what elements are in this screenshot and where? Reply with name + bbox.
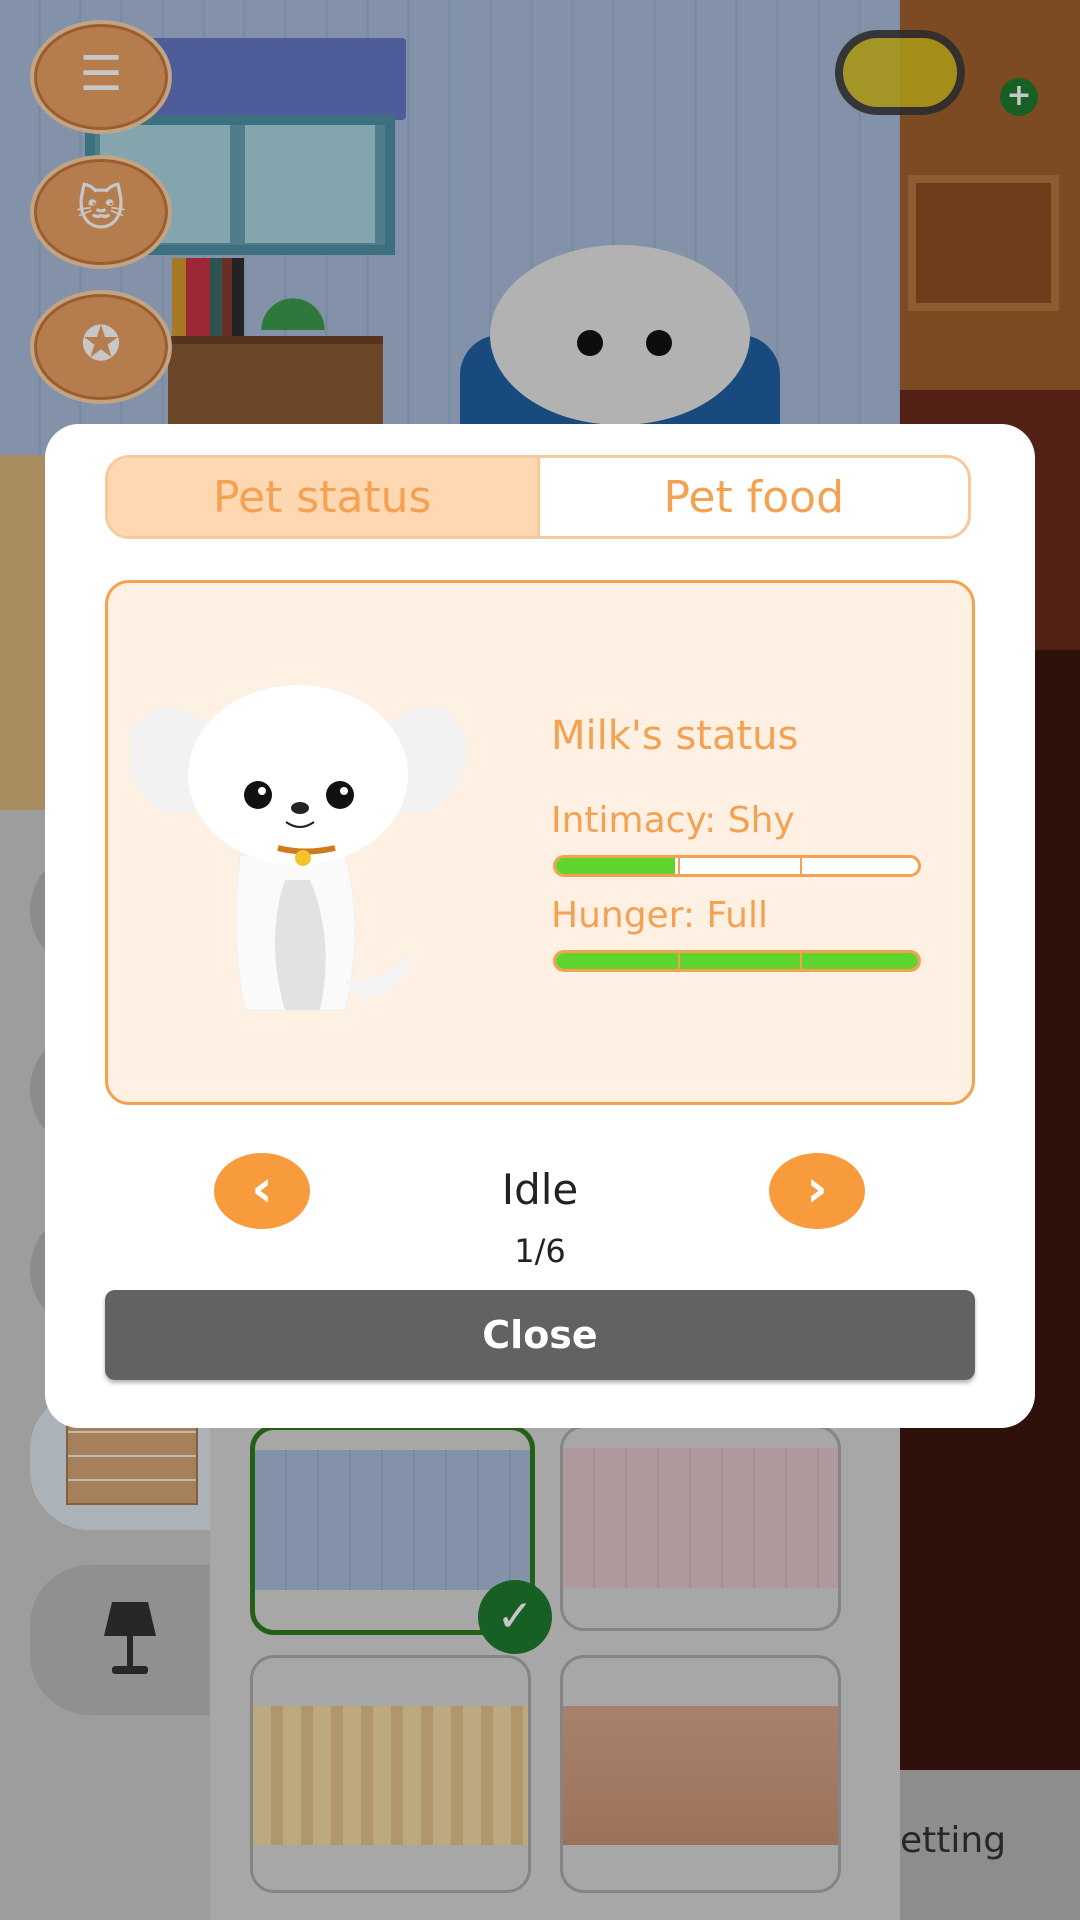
chevron-right-icon: ›	[806, 1159, 828, 1219]
bar-divider	[678, 858, 680, 874]
hunger-bar	[553, 950, 921, 972]
intimacy-bar-fill	[556, 858, 676, 874]
hunger-label: Hunger: Full	[551, 895, 769, 936]
intimacy-label: Intimacy: Shy	[551, 800, 795, 841]
close-button[interactable]: Close	[105, 1290, 975, 1380]
pet-dog-illustration	[130, 685, 467, 1011]
bar-divider	[800, 953, 802, 969]
hunger-bar-fill	[556, 953, 918, 969]
bar-divider	[800, 858, 802, 874]
tab-pet-food[interactable]: Pet food	[540, 458, 969, 536]
tab-pet-status[interactable]: Pet status	[108, 458, 540, 536]
tab-bar: Pet status Pet food	[105, 455, 971, 539]
next-button[interactable]: ›	[769, 1153, 865, 1229]
animation-counter: 1/6	[514, 1232, 566, 1270]
bar-divider	[678, 953, 680, 969]
status-title: Milk's status	[551, 713, 799, 759]
animation-name: Idle	[501, 1165, 579, 1214]
intimacy-bar	[553, 855, 921, 877]
